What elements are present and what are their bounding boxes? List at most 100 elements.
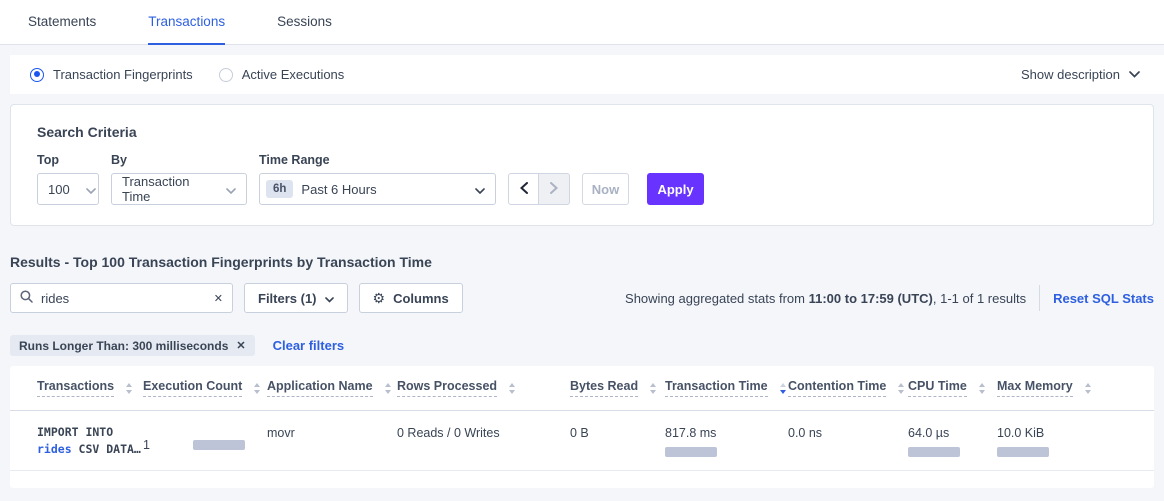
max-memory-bar [997,447,1049,457]
time-range-group: Time Range 6h Past 6 Hours [259,153,496,205]
results-toolbar: ✕ Filters (1) ⚙ Columns Showing aggregat… [10,283,1154,313]
chevron-down-icon [226,182,236,197]
tab-sessions[interactable]: Sessions [277,0,332,45]
cpu-time-bar [908,447,960,457]
column-header-execution-count[interactable]: Execution Count [143,379,267,397]
apply-button[interactable]: Apply [647,173,704,205]
radio-selected-icon[interactable] [30,68,44,82]
column-header-transactions[interactable]: Transactions [37,379,143,397]
cpu-time-value: 64.0 µs [908,426,997,440]
active-filters-row: Runs Longer Than: 300 milliseconds ✕ Cle… [10,335,1154,356]
chevron-left-icon [520,182,528,197]
sort-arrows-icon[interactable] [1084,383,1092,394]
transaction-time-value: 817.8 ms [665,426,788,440]
time-nav-buttons [508,173,570,205]
highlighted-term: rides [37,442,72,456]
top-group: Top 100 [37,153,99,205]
tab-transactions[interactable]: Transactions [148,0,225,45]
column-header-contention-time[interactable]: Contention Time [788,379,908,397]
reset-sql-stats-link[interactable]: Reset SQL Stats [1053,291,1154,306]
search-criteria-title: Search Criteria [37,124,1127,140]
radio-transaction-fingerprints[interactable]: Transaction Fingerprints [30,67,193,82]
close-icon[interactable]: ✕ [236,339,245,352]
sort-arrows-icon[interactable] [384,383,392,394]
chevron-down-icon [325,291,334,306]
gear-icon: ⚙ [373,290,386,307]
by-label: By [111,153,247,167]
by-value: Transaction Time [122,174,210,204]
time-range-value: Past 6 Hours [301,182,376,197]
table-header-row: Transactions Execution Count Application… [10,366,1154,411]
contention-time-cell: 0.0 ns [788,424,908,458]
time-range-select[interactable]: 6h Past 6 Hours [259,173,496,205]
sort-arrows-icon[interactable] [649,383,657,394]
page-tabs: Statements Transactions Sessions [0,0,1164,45]
transaction-fingerprint-link[interactable]: IMPORT INTO rides CSV DATA… [37,424,143,458]
time-prev-button[interactable] [508,173,539,205]
sort-arrows-icon[interactable] [253,383,261,394]
table-row: IMPORT INTO rides CSV DATA… 1 movr 0 Rea… [10,411,1154,471]
close-icon[interactable]: ✕ [214,292,223,305]
time-range-label: Time Range [259,153,496,167]
execution-count-bar [193,440,245,450]
filters-label: Filters (1) [258,291,317,306]
chevron-down-icon [86,182,96,197]
sort-arrows-icon-active-desc[interactable] [779,383,787,394]
column-header-transaction-time[interactable]: Transaction Time [665,379,788,397]
search-criteria-card: Search Criteria Top 100 By Transaction T… [10,104,1154,226]
column-header-cpu-time[interactable]: CPU Time [908,379,997,397]
columns-label: Columns [393,291,449,306]
rows-processed-cell: 0 Reads / 0 Writes [397,424,570,458]
time-range-badge: 6h [266,180,293,198]
columns-button[interactable]: ⚙ Columns [359,283,463,313]
execution-count-cell: 1 [143,432,267,458]
cpu-time-cell: 64.0 µs [908,424,997,458]
by-select[interactable]: Transaction Time [111,173,247,205]
stats-group: Showing aggregated stats from 11:00 to 1… [625,285,1154,311]
clear-filters-link[interactable]: Clear filters [273,338,345,353]
max-memory-cell: 10.0 KiB [997,424,1127,458]
sort-arrows-icon[interactable] [897,383,905,394]
radio-unselected-icon[interactable] [219,68,233,82]
filters-button[interactable]: Filters (1) [244,283,348,313]
time-next-button[interactable] [539,173,570,205]
aggregated-stats-text: Showing aggregated stats from 11:00 to 1… [625,291,1026,306]
radio-label: Active Executions [242,67,345,82]
show-description-label: Show description [1021,67,1120,82]
sort-arrows-icon[interactable] [508,383,516,394]
search-input[interactable] [41,291,206,306]
now-button[interactable]: Now [582,173,629,205]
criteria-controls: Top 100 By Transaction Time Time Range [37,153,1127,205]
column-header-bytes-read[interactable]: Bytes Read [570,379,665,397]
show-description-toggle[interactable]: Show description [1021,67,1140,82]
top-label: Top [37,153,99,167]
column-header-rows-processed[interactable]: Rows Processed [397,379,570,397]
column-header-application-name[interactable]: Application Name [267,379,397,397]
stats-time-range: 11:00 to 17:59 (UTC) [809,291,933,306]
chevron-down-icon [1129,71,1140,78]
results-heading: Results - Top 100 Transaction Fingerprin… [10,254,1154,270]
top-select[interactable]: 100 [37,173,99,205]
results-table-card: Transactions Execution Count Application… [10,366,1154,488]
chevron-down-icon [475,182,485,197]
application-name-cell: movr [267,424,397,458]
divider [1039,285,1040,311]
search-box[interactable]: ✕ [10,283,233,313]
filter-chip: Runs Longer Than: 300 milliseconds ✕ [10,335,255,356]
radio-label: Transaction Fingerprints [53,67,193,82]
execution-count-value: 1 [143,438,193,452]
column-header-max-memory[interactable]: Max Memory [997,379,1127,397]
max-memory-value: 10.0 KiB [997,426,1127,440]
sort-arrows-icon[interactable] [125,383,133,394]
tab-statements[interactable]: Statements [28,0,96,45]
search-icon [20,290,33,306]
transaction-time-cell: 817.8 ms [665,424,788,458]
sql-line-1: IMPORT INTO [37,424,143,441]
transaction-time-bar [665,447,717,457]
radio-active-executions[interactable]: Active Executions [219,67,345,82]
filter-chip-label: Runs Longer Than: 300 milliseconds [19,339,228,353]
by-group: By Transaction Time [111,153,247,205]
sort-arrows-icon[interactable] [978,383,986,394]
view-toggle-band: Transaction Fingerprints Active Executio… [10,55,1164,94]
sql-line-2: rides CSV DATA… [37,441,143,458]
